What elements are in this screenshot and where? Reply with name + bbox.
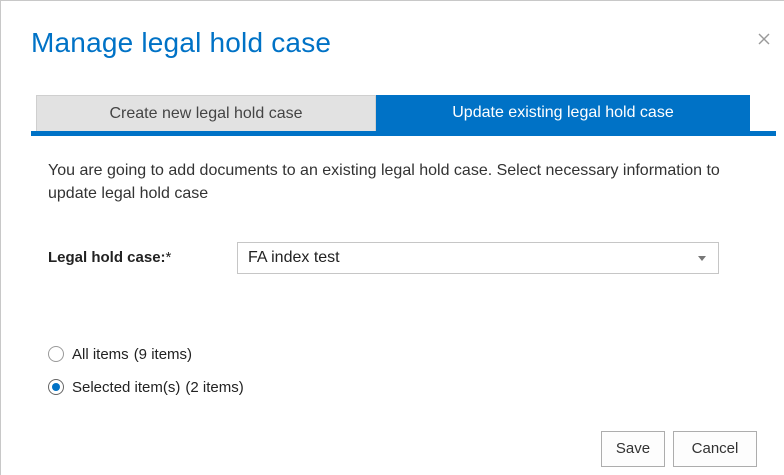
all-items-count: (9 items) — [133, 345, 193, 363]
tab-bar: Create new legal hold case Update existi… — [31, 95, 776, 137]
selected-items-radio[interactable] — [48, 379, 64, 395]
manage-legal-hold-dialog: Manage legal hold case Create new legal … — [0, 0, 784, 475]
save-button[interactable]: Save — [601, 431, 665, 467]
legal-hold-case-label-text: Legal hold case: — [48, 249, 166, 266]
legal-hold-case-label: Legal hold case:* — [48, 249, 171, 266]
selected-items-label: Selected item(s) — [72, 378, 181, 396]
dialog-title: Manage legal hold case — [31, 27, 332, 58]
close-icon[interactable] — [754, 29, 774, 49]
tab-update-existing-legal-hold-case[interactable]: Update existing legal hold case — [376, 95, 750, 131]
legal-hold-case-select[interactable]: FA index test — [237, 242, 719, 274]
tab-underline — [31, 131, 776, 136]
cancel-button[interactable]: Cancel — [673, 431, 757, 467]
chevron-down-icon — [698, 256, 706, 261]
legal-hold-case-selected-value: FA index test — [248, 249, 340, 266]
all-items-label: All items — [72, 345, 129, 363]
tab-create-new-legal-hold-case[interactable]: Create new legal hold case — [36, 95, 376, 131]
selected-items-option[interactable]: Selected item(s) (2 items) — [48, 376, 244, 398]
selected-items-count: (2 items) — [185, 378, 244, 396]
all-items-radio[interactable] — [48, 346, 64, 362]
description-text: You are going to add documents to an exi… — [48, 162, 720, 202]
all-items-option[interactable]: All items (9 items) — [48, 343, 192, 365]
required-marker: * — [165, 249, 172, 266]
